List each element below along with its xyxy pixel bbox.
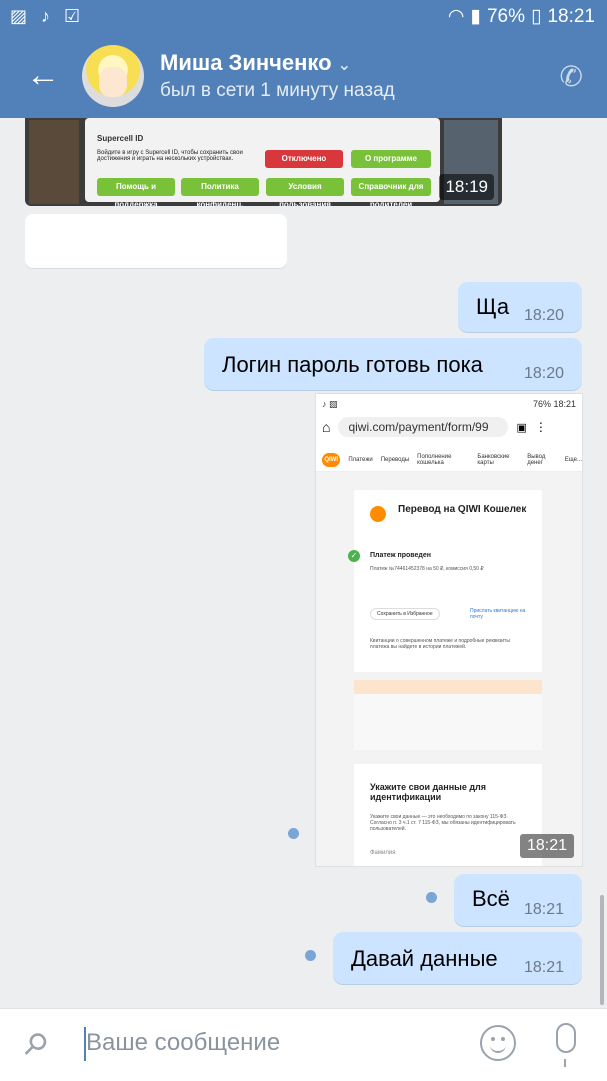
supercell-panel: Supercell ID Войдите в игру с Supercell … [85,118,440,206]
unread-dot [305,950,316,961]
shot-banner [354,680,542,750]
game-button: Помощь и поддержка [97,178,175,206]
outgoing-message[interactable]: Ща 18:20 [458,282,582,332]
chat-area[interactable]: Supercell ID Войдите в игру с Supercell … [0,118,607,1008]
checklist-icon: ☑ [64,6,81,26]
status-time: 18:21 [547,5,595,27]
game-button: Условия пользования [266,178,344,206]
game-screenshot-image[interactable]: Supercell ID Войдите в игру с Supercell … [25,118,502,206]
battery-icon: ▯ [530,6,542,27]
home-icon: ⌂ [322,419,331,435]
last-seen: был в сети 1 минуту назад [160,80,395,101]
avatar[interactable] [82,45,144,107]
shot-status-bar: ♪ ▧ 76% 18:21 [322,398,576,410]
panel-text: Войдите в игру с Supercell ID, чтобы сох… [97,150,243,162]
phone-icon[interactable]: ✆ [560,60,583,93]
outgoing-message[interactable]: Давай данные 18:21 [333,932,582,984]
signal-icon: ▮ [470,6,481,27]
qiwi-icon [370,506,386,522]
image-timestamp: 18:19 [439,174,494,200]
incoming-message[interactable] [25,214,287,268]
status-bar: ▨ ♪ ☑ ◠ ▮ 76% ▯ 18:21 [0,0,607,36]
chat-header: ← Миша Зинченко ⌄ был в сети 1 минуту наз… [0,36,607,118]
game-button: О программе [351,150,431,168]
outgoing-message[interactable]: Всё 18:21 [454,874,582,926]
outgoing-message[interactable]: Логин пароль готовь пока 18:20 [204,338,582,390]
chevron-down-icon: ⌄ [337,57,351,74]
contact-name[interactable]: Миша Зинченко ⌄ [160,50,351,76]
game-button: Справочник для родителей [351,178,431,206]
payment-screenshot-image[interactable]: ♪ ▧ 76% 18:21 ⌂ qiwi.com/payment/form/99 … [316,394,582,866]
message-time: 18:20 [523,307,564,324]
message-text: Логин пароль готовь пока [222,352,483,377]
image-timestamp: 18:21 [519,834,574,858]
qiwi-logo: QIWI [322,452,341,467]
message-time: 18:21 [523,959,564,976]
identification-card: Укажите свои данные для идентификации Ук… [354,764,542,866]
battery-percent: 76% [486,5,525,27]
game-button: Отключено [265,150,343,168]
scrollbar[interactable] [600,895,604,1005]
unread-dot [426,892,437,903]
unread-dot [288,828,299,839]
music-note-icon: ♪ [41,6,51,26]
check-icon: ✓ [348,550,360,562]
message-text: Ща [476,294,510,319]
message-input[interactable]: Ваше сообщение [86,1029,280,1057]
gallery-icon: ▨ [10,6,28,26]
emoji-icon[interactable] [480,1025,516,1061]
shot-nav: QIWI Платежи Переводы Пополнение кошельк… [316,448,582,472]
message-time: 18:20 [523,365,564,382]
message-time: 18:21 [523,901,564,918]
shot-url: qiwi.com/payment/form/99 [338,417,509,437]
shot-url-bar: ⌂ qiwi.com/payment/form/99 ▣ ⋮ [322,416,576,438]
game-button: Политика конфиденц. [181,178,259,206]
wifi-icon: ◠ [447,6,465,27]
more-icon: ⋮ [534,420,547,434]
paperclip-icon[interactable]: ⚲ [15,1024,55,1064]
microphone-icon[interactable] [556,1023,576,1067]
message-text: Давай данные [351,946,498,971]
status-right: ◠ ▮ 76% ▯ 18:21 [448,5,595,28]
back-arrow-icon[interactable]: ← [26,58,60,92]
status-left-icons: ▨ ♪ ☑ [10,6,80,27]
message-text: Всё [472,886,510,911]
panel-title: Supercell ID [97,134,144,143]
tabs-icon: ▣ [516,421,527,434]
game-left-tile [29,120,79,204]
message-input-bar: ⚲ Ваше сообщение [0,1008,607,1081]
transfer-card: Перевод на QIWI Кошелек ✓ Платеж проведе… [348,490,542,672]
